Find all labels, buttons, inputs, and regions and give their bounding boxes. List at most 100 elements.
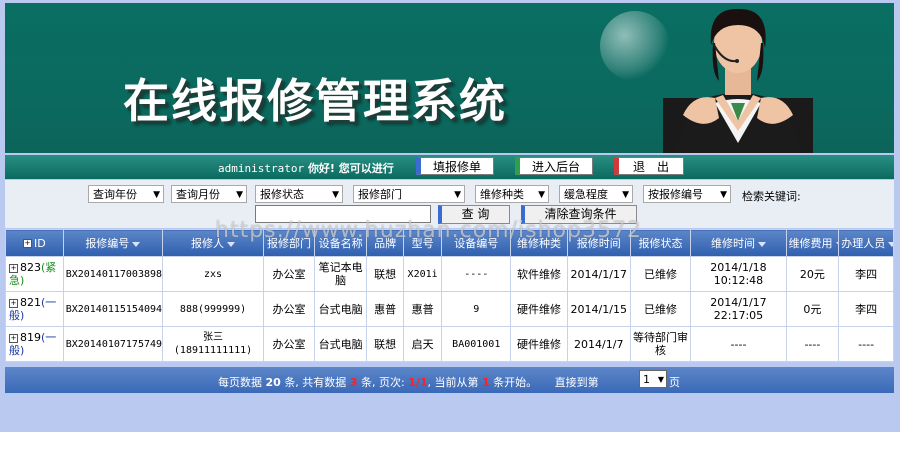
expand-icon[interactable]: + bbox=[9, 263, 18, 273]
cell-model: X201i bbox=[402, 256, 443, 292]
cell-repair-type: 硬件维修 bbox=[510, 291, 568, 327]
col-repair-no-label: 报修编号 bbox=[85, 237, 130, 250]
cell-repair-no[interactable]: BX20140115154094 bbox=[62, 291, 163, 327]
cell-dept: 办公室 bbox=[263, 326, 315, 362]
page-select[interactable]: 1 ▼ bbox=[639, 370, 667, 388]
cell-model: 启天 bbox=[402, 326, 443, 362]
row-id: 819 bbox=[20, 331, 41, 344]
cell-reporter: 张三 (18911111111) bbox=[161, 326, 265, 362]
table-row[interactable]: +819(一般) BX20140107175749 张三 (1891111111… bbox=[5, 326, 894, 362]
enter-backend-button[interactable]: 进入后台 bbox=[515, 157, 593, 175]
col-fee[interactable]: 维修费用 bbox=[785, 229, 840, 257]
col-report-time-label: 报修时间 bbox=[576, 237, 621, 250]
cell-device: 台式电脑 bbox=[313, 291, 368, 327]
cell-repair-no[interactable]: BX20140117003898 bbox=[62, 256, 163, 292]
col-report-time[interactable]: 报修时间 bbox=[566, 229, 631, 257]
urgency-select-label: 缓急程度 bbox=[564, 188, 608, 201]
type-select[interactable]: 维修种类 ▼ bbox=[475, 185, 549, 203]
row-id: 821 bbox=[20, 296, 41, 309]
cell-fee: 0元 bbox=[785, 291, 840, 327]
search-field-label: 按报修编号 bbox=[648, 188, 703, 201]
cell-handler: ---- bbox=[838, 326, 894, 362]
chevron-down-icon: ▼ bbox=[538, 190, 545, 200]
col-brand-label: 品牌 bbox=[374, 237, 397, 250]
keyword-label: 检索关键词: bbox=[742, 190, 801, 203]
start-index: 1 bbox=[482, 376, 490, 389]
search-field-select[interactable]: 按报修编号 ▼ bbox=[643, 185, 731, 203]
col-brand[interactable]: 品牌 bbox=[366, 229, 404, 257]
cell-dept: 办公室 bbox=[263, 291, 315, 327]
chevron-down-icon: ▼ bbox=[153, 190, 160, 200]
col-device[interactable]: 设备名称 bbox=[313, 229, 368, 257]
page-frame: 在线报修管理系统 administrator 你好! 您可以进行 填报修单 进入… bbox=[0, 0, 900, 432]
query-button[interactable]: 查 询 bbox=[438, 205, 510, 224]
year-select[interactable]: 查询年份 ▼ bbox=[88, 185, 164, 203]
repair-table: + ID 报修编号 报修人 报修部门 设备名称 品牌 型号 设备编号 维修种类 报… bbox=[5, 229, 894, 362]
per-page-count: 20 bbox=[265, 376, 281, 389]
col-id-label: ID bbox=[33, 236, 46, 250]
col-reporter[interactable]: 报修人 bbox=[161, 229, 265, 257]
cell-report-time: 2014/1/7 bbox=[566, 326, 631, 362]
col-device-no[interactable]: 设备编号 bbox=[441, 229, 512, 257]
col-handler-label: 办理人员 bbox=[841, 237, 886, 250]
month-select-label: 查询月份 bbox=[176, 188, 220, 201]
cell-reporter: zxs bbox=[161, 256, 265, 292]
col-handler[interactable]: 办理人员 bbox=[838, 229, 894, 257]
month-select[interactable]: 查询月份 ▼ bbox=[171, 185, 247, 203]
goto-label: 直接到第 bbox=[554, 376, 599, 389]
sort-icon bbox=[888, 241, 893, 247]
cell-fix-time: 2014/1/18 10:12:48 bbox=[690, 256, 787, 292]
col-fee-label: 维修费用 bbox=[788, 237, 833, 250]
cell-device: 台式电脑 bbox=[313, 326, 368, 362]
cell-report-time: 2014/1/17 bbox=[566, 256, 631, 292]
cell-report-time: 2014/1/15 bbox=[566, 291, 631, 327]
cell-reporter: 888(999999) bbox=[161, 291, 265, 327]
col-model-label: 型号 bbox=[411, 237, 434, 250]
cell-repair-type: 硬件维修 bbox=[510, 326, 568, 362]
col-repair-type[interactable]: 维修种类 bbox=[510, 229, 568, 257]
table-row[interactable]: +823(紧急) BX20140117003898 zxs 办公室 笔记本电脑 … bbox=[5, 256, 894, 292]
cell-repair-no[interactable]: BX20140107175749 bbox=[62, 326, 163, 362]
col-fix-time[interactable]: 维修时间 bbox=[690, 229, 787, 257]
greeting-text: 你好! 您可以进行 bbox=[307, 162, 394, 175]
cell-device: 笔记本电脑 bbox=[313, 256, 368, 292]
pagination-text: 条, 页次: bbox=[360, 376, 405, 389]
col-fix-time-label: 维修时间 bbox=[710, 237, 755, 250]
col-dept[interactable]: 报修部门 bbox=[263, 229, 315, 257]
cell-repair-type: 软件维修 bbox=[510, 256, 568, 292]
status-select[interactable]: 报修状态 ▼ bbox=[255, 185, 343, 203]
row-id: 823 bbox=[20, 261, 41, 274]
filter-bar: 查询年份 ▼ 查询月份 ▼ 报修状态 ▼ 报修部门 ▼ 维修种类 ▼ 缓急程度 ▼ 按报修编… bbox=[5, 180, 894, 228]
username: administrator bbox=[218, 162, 305, 175]
cell-model: 惠普 bbox=[402, 291, 443, 327]
col-repair-no[interactable]: 报修编号 bbox=[62, 229, 163, 257]
table-row[interactable]: +821(一般) BX20140115154094 888(999999) 办公… bbox=[5, 291, 894, 327]
goto-suffix: 页 bbox=[669, 376, 680, 389]
pagination-text: 每页数据 bbox=[218, 376, 262, 389]
col-status[interactable]: 报修状态 bbox=[629, 229, 692, 257]
cell-fee: ---- bbox=[785, 326, 840, 362]
col-id[interactable]: + ID bbox=[5, 229, 64, 257]
dept-select[interactable]: 报修部门 ▼ bbox=[353, 185, 465, 203]
pagination-text: 条, 共有数据 bbox=[284, 376, 347, 389]
chevron-down-icon: ▼ bbox=[622, 190, 629, 200]
urgency-select[interactable]: 缓急程度 ▼ bbox=[559, 185, 633, 203]
expand-icon[interactable]: + bbox=[9, 298, 18, 308]
type-select-label: 维修种类 bbox=[480, 188, 524, 201]
expand-all-icon[interactable]: + bbox=[22, 239, 32, 248]
cell-fix-time: ---- bbox=[690, 326, 787, 362]
cell-device-no: ---- bbox=[441, 256, 512, 292]
sort-icon bbox=[757, 241, 766, 247]
expand-icon[interactable]: + bbox=[9, 333, 18, 343]
logout-button[interactable]: 退 出 bbox=[614, 157, 684, 175]
pagination-info: 每页数据 20 条, 共有数据 3 条, 页次: 1/1, 当前从第 1 条开始… bbox=[218, 374, 599, 390]
col-model[interactable]: 型号 bbox=[402, 229, 443, 257]
cell-id: +819(一般) bbox=[5, 326, 64, 362]
clear-query-button[interactable]: 清除查询条件 bbox=[521, 205, 637, 224]
pagination-text: , 当前从第 bbox=[427, 376, 479, 389]
col-device-label: 设备名称 bbox=[318, 237, 363, 250]
cell-device-no: BA001001 bbox=[441, 326, 512, 362]
keyword-input[interactable] bbox=[255, 205, 431, 223]
col-device-no-label: 设备编号 bbox=[454, 237, 499, 250]
fill-repair-button[interactable]: 填报修单 bbox=[416, 157, 494, 175]
